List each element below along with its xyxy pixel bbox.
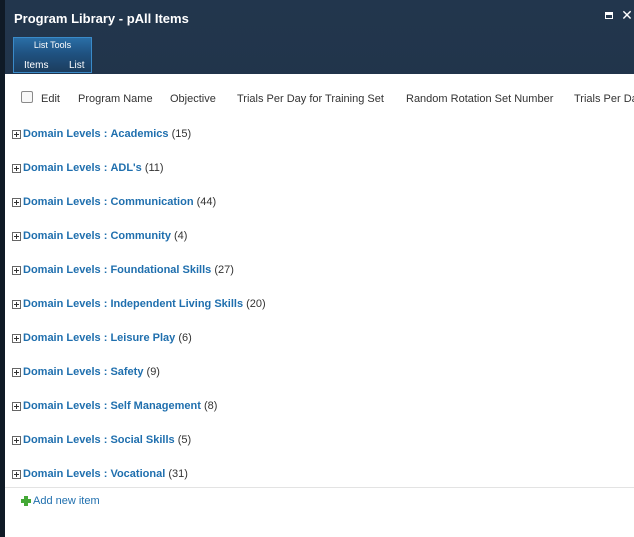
column-program-name[interactable]: Program Name [78,93,153,105]
dialog-title: Program Library - pAll Items [14,11,189,26]
expand-icon[interactable] [12,402,21,411]
group-count: (6) [178,332,192,344]
program-library-dialog: Program Library - pAll Items ✕ List Tool… [0,0,634,537]
column-trials-per-day-cut[interactable]: Trials Per Da [574,93,634,105]
close-icon[interactable]: ✕ [620,8,634,22]
group-count: (9) [146,366,160,378]
group-value[interactable]: Academics [110,128,168,140]
column-edit[interactable]: Edit [41,93,60,105]
column-random-rotation-set[interactable]: Random Rotation Set Number [406,93,553,105]
add-new-item-link[interactable]: Add new item [33,495,100,507]
column-trials-per-day-training[interactable]: Trials Per Day for Training Set [237,93,384,105]
group-count: (5) [177,434,192,446]
group-value[interactable]: Safety [110,366,143,378]
divider [5,487,634,488]
group-value[interactable]: Independent Living Skills [110,298,243,310]
expand-icon[interactable] [12,300,21,309]
group-count: (15) [171,128,192,140]
list-tools-label: List Tools [33,40,72,50]
expand-icon[interactable] [12,266,21,275]
group-value[interactable]: Foundational Skills [110,264,211,276]
group-count: (20) [246,298,266,310]
group-count: (11) [144,162,164,174]
titlebar: Program Library - pAll Items ✕ [5,0,634,36]
expand-icon[interactable] [12,198,21,207]
expand-icon[interactable] [12,164,21,173]
group-value[interactable]: Vocational [110,468,165,480]
group-value[interactable]: ADL's [110,162,141,174]
group-count: (44) [196,196,217,208]
expand-icon[interactable] [12,436,21,445]
tab-items[interactable]: Items [24,60,48,71]
column-objective[interactable]: Objective [170,93,216,105]
ribbon: List Tools Items List [5,36,634,74]
tab-list[interactable]: List [69,60,85,71]
expand-icon[interactable] [12,334,21,343]
add-plus-icon[interactable] [21,496,31,506]
group-value[interactable]: Communication [110,196,193,208]
group-value[interactable]: Leisure Play [110,332,175,344]
list-view: Edit Program Name Objective Trials Per D… [5,74,634,537]
list-tools-group: List Tools Items List [13,37,92,73]
group-value[interactable]: Social Skills [110,434,174,446]
expand-icon[interactable] [12,368,21,377]
maximize-icon[interactable] [602,8,616,22]
expand-icon[interactable] [12,470,21,479]
expand-icon[interactable] [12,130,21,139]
group-count: (27) [214,264,234,276]
group-value[interactable]: Self Management [110,400,200,412]
group-count: (31) [168,468,188,480]
column-header-row: Edit Program Name Objective Trials Per D… [5,74,634,114]
group-value[interactable]: Community [110,230,171,242]
group-count: (8) [203,400,218,412]
group-count: (4) [174,230,188,242]
expand-icon[interactable] [12,232,21,241]
select-all-checkbox[interactable] [21,91,33,103]
